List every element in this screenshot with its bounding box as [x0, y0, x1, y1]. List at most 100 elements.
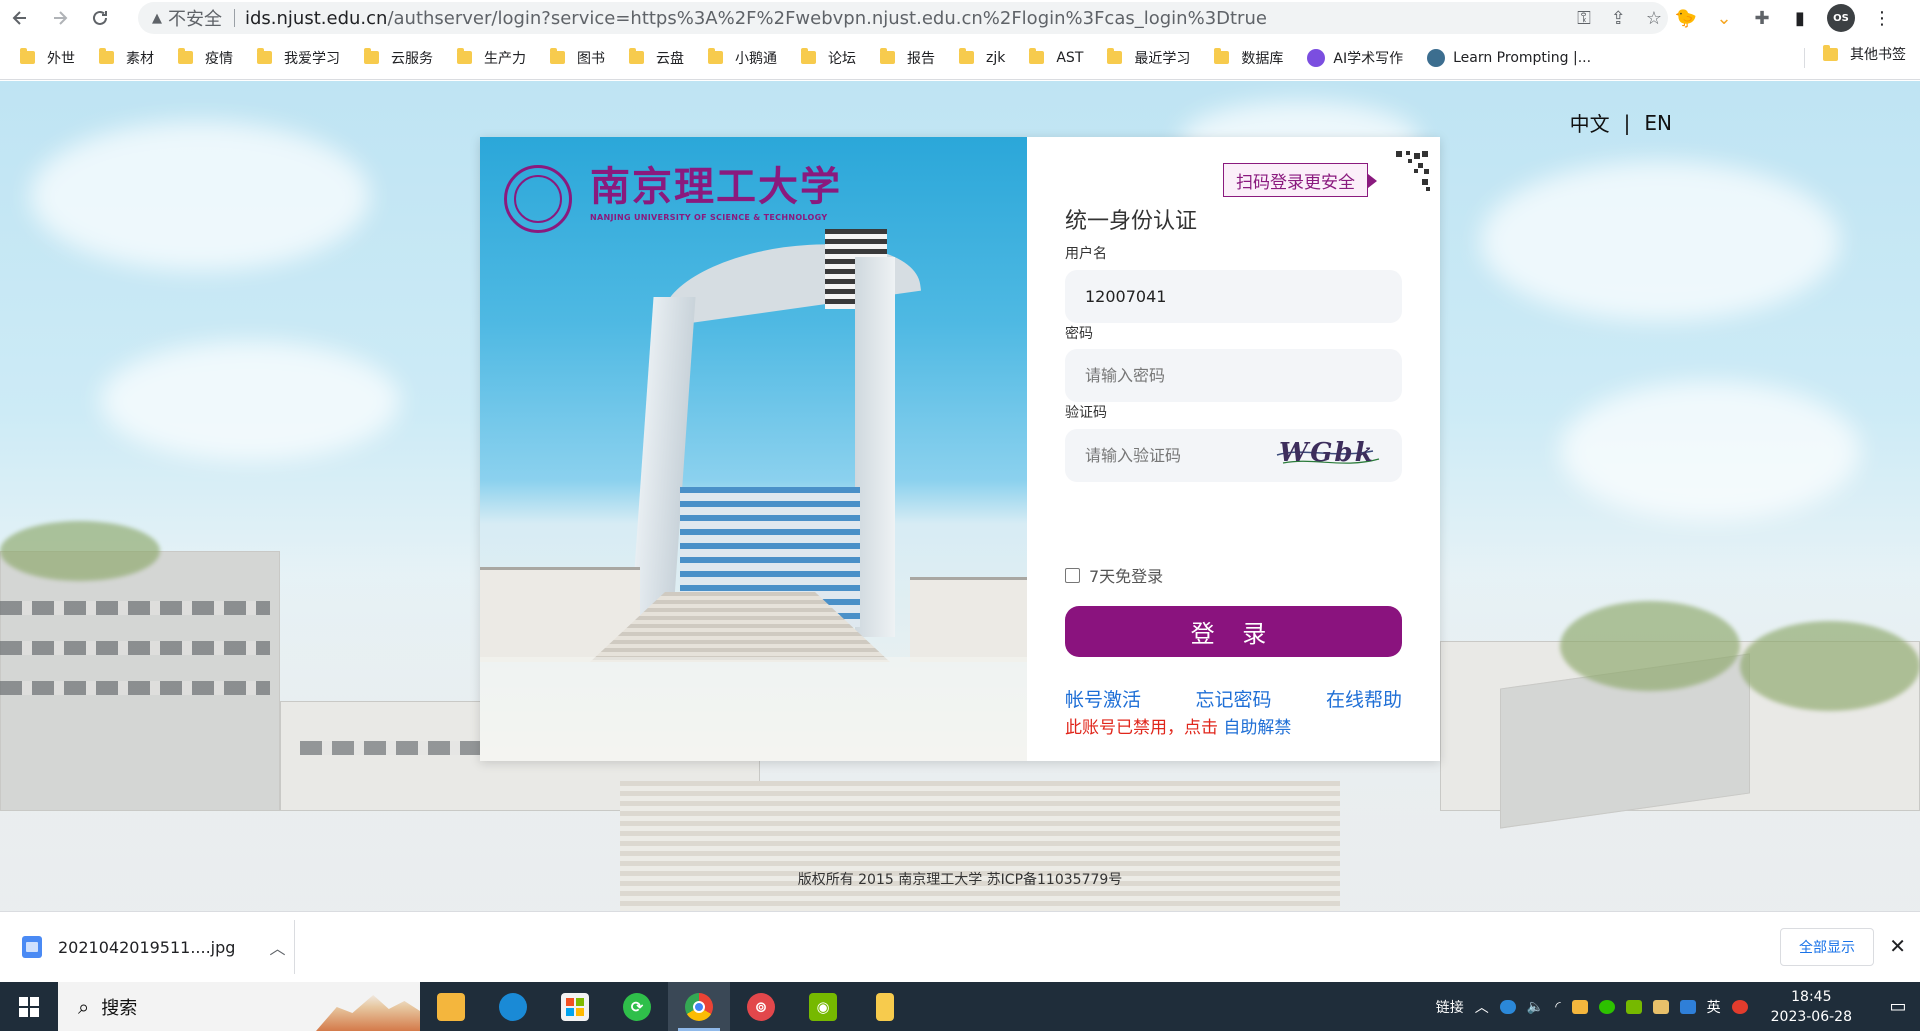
wechat-icon[interactable]: [1598, 999, 1615, 1014]
system-clock[interactable]: 18:45 2023-06-28: [1771, 987, 1852, 1027]
background-tree: [1740, 621, 1920, 711]
lang-separator: |: [1623, 110, 1631, 135]
browser-toolbar: ▲ 不安全 ids.njust.edu.cn/authserver/login?…: [0, 0, 1920, 36]
note-icon: [876, 992, 894, 1021]
bookmark-folder[interactable]: 报告: [880, 44, 945, 72]
ime-indicator[interactable]: 英: [1707, 997, 1721, 1017]
star-icon[interactable]: ☆: [1646, 8, 1662, 29]
online-help-link[interactable]: 在线帮助: [1326, 685, 1402, 712]
extension-duck-icon[interactable]: 🐤: [1675, 7, 1697, 29]
folder-icon: [20, 48, 35, 64]
back-arrow-icon[interactable]: [0, 0, 40, 36]
taskbar-nvidia[interactable]: ◉: [792, 982, 854, 1031]
bookmark-folder[interactable]: 云服务: [364, 44, 443, 72]
side-panel-icon[interactable]: ▮: [1789, 7, 1811, 29]
bookmark-folder[interactable]: 生产力: [457, 44, 536, 72]
bookmark-folder[interactable]: 疫情: [178, 44, 243, 72]
bookmark-folder[interactable]: 小鹅通: [708, 44, 787, 72]
self-unban-link[interactable]: 自助解禁: [1223, 718, 1291, 738]
menu-kebab-icon[interactable]: ⋮: [1871, 7, 1893, 29]
login-page: 中文 | EN 南京理工大学 NANJING UNIVERSITY OF SCI…: [0, 81, 1920, 911]
copyright-footer: 版权所有 2015 南京理工大学 苏ICP备11035779号: [797, 872, 1123, 888]
close-icon[interactable]: ✕: [1889, 934, 1906, 958]
chevron-up-icon[interactable]: ︿: [1475, 997, 1489, 1017]
reload-icon[interactable]: [80, 0, 120, 36]
forward-arrow-icon[interactable]: [40, 0, 80, 36]
background-windows: [0, 681, 270, 695]
taskbar-vpn-app[interactable]: ⊚: [730, 982, 792, 1031]
folder-icon: [629, 48, 644, 64]
folder-icon: [1823, 44, 1838, 61]
start-button[interactable]: [0, 982, 58, 1031]
bookmark-folder[interactable]: 素材: [99, 44, 164, 72]
share-icon[interactable]: ⇪: [1611, 8, 1626, 29]
bookmark-folder[interactable]: AST: [1029, 44, 1093, 72]
background-windows: [0, 641, 270, 655]
bookmark-folder[interactable]: zjk: [959, 44, 1015, 72]
lang-zh-link[interactable]: 中文: [1570, 108, 1610, 137]
bookmark-folder[interactable]: 数据库: [1214, 44, 1293, 72]
show-all-downloads-button[interactable]: 全部显示: [1780, 928, 1874, 966]
bookmark-folder[interactable]: 云盘: [629, 44, 694, 72]
bookmark-folder[interactable]: 外世: [20, 44, 85, 72]
folder-icon: [364, 48, 379, 64]
sogou-icon[interactable]: [1731, 999, 1748, 1014]
password-input[interactable]: [1065, 349, 1402, 402]
bookmark-learn-prompting[interactable]: Learn Prompting |...: [1427, 44, 1601, 72]
taskbar-store[interactable]: [544, 982, 606, 1031]
folder-icon: [457, 48, 472, 64]
background-cloud: [30, 121, 370, 271]
profile-avatar[interactable]: OS: [1827, 4, 1855, 32]
folder-icon: [959, 48, 974, 64]
puzzle-icon[interactable]: ✚: [1751, 7, 1773, 29]
notification-icon[interactable]: ▭: [1876, 996, 1920, 1017]
nvidia-tray-icon[interactable]: [1625, 999, 1642, 1014]
other-bookmarks[interactable]: 其他书签: [1823, 44, 1906, 64]
taskbar-file-explorer[interactable]: [420, 982, 482, 1031]
university-seal-icon: [504, 165, 572, 233]
search-placeholder: 搜索: [101, 997, 138, 1019]
chevron-up-icon[interactable]: ︿: [269, 935, 285, 959]
taskbar-edge[interactable]: [482, 982, 544, 1031]
lang-en-link[interactable]: EN: [1644, 111, 1672, 135]
hero-side-building: [910, 577, 1027, 662]
taskbar-notes[interactable]: [854, 982, 916, 1031]
download-item[interactable]: 2021042019511....jpg ︿: [22, 912, 285, 982]
wifi-icon[interactable]: ◜: [1555, 999, 1560, 1015]
login-button[interactable]: 登 录: [1065, 606, 1402, 657]
remember-me[interactable]: 7天免登录: [1065, 563, 1163, 587]
bookmark-ai-writing[interactable]: AI学术写作: [1307, 44, 1413, 72]
bookmark-folder[interactable]: 最近学习: [1107, 44, 1200, 72]
hero-pillar-right: [855, 257, 895, 637]
folder-icon: [801, 48, 816, 64]
help-links: 帐号激活 忘记密码 在线帮助: [1065, 685, 1402, 712]
bookmark-folder[interactable]: 我爱学习: [257, 44, 350, 72]
mail-icon[interactable]: [1652, 999, 1669, 1014]
onedrive-icon[interactable]: [1499, 999, 1516, 1014]
url-text[interactable]: ids.njust.edu.cn/authserver/login?servic…: [245, 8, 1267, 29]
captcha-image[interactable]: WGbk: [1273, 429, 1385, 473]
security-tray-icon[interactable]: [1679, 999, 1696, 1014]
taskbar-search[interactable]: ⌕ 搜索: [58, 982, 420, 1031]
qr-login-tip[interactable]: 扫码登录更安全: [1223, 163, 1377, 197]
bookmark-folder[interactable]: 论坛: [801, 44, 866, 72]
tray-link-label[interactable]: 链接: [1436, 997, 1464, 1017]
language-switcher: 中文 | EN: [1570, 108, 1672, 137]
taskbar-sync-app[interactable]: ⟳: [606, 982, 668, 1031]
qr-code-corner-icon[interactable]: [1386, 149, 1430, 193]
username-input[interactable]: [1065, 270, 1402, 323]
volume-icon[interactable]: 🔈: [1527, 999, 1544, 1015]
campus-hero-image: 南京理工大学 NANJING UNIVERSITY OF SCIENCE & T…: [480, 137, 1027, 761]
forgot-password-link[interactable]: 忘记密码: [1195, 685, 1271, 712]
background-cloud: [1560, 381, 1860, 521]
warning-triangle-icon: ▲: [152, 10, 162, 26]
remember-checkbox[interactable]: [1065, 567, 1080, 583]
activate-account-link[interactable]: 帐号激活: [1065, 685, 1141, 712]
battery-icon[interactable]: [1571, 999, 1588, 1014]
address-bar[interactable]: ▲ 不安全 ids.njust.edu.cn/authserver/login?…: [138, 2, 1668, 34]
extension-fox-icon[interactable]: ⌄: [1713, 7, 1735, 29]
key-icon[interactable]: ⚿: [1577, 8, 1591, 29]
edge-icon: [499, 992, 527, 1021]
taskbar-chrome[interactable]: [668, 982, 730, 1031]
bookmark-folder[interactable]: 图书: [550, 44, 615, 72]
